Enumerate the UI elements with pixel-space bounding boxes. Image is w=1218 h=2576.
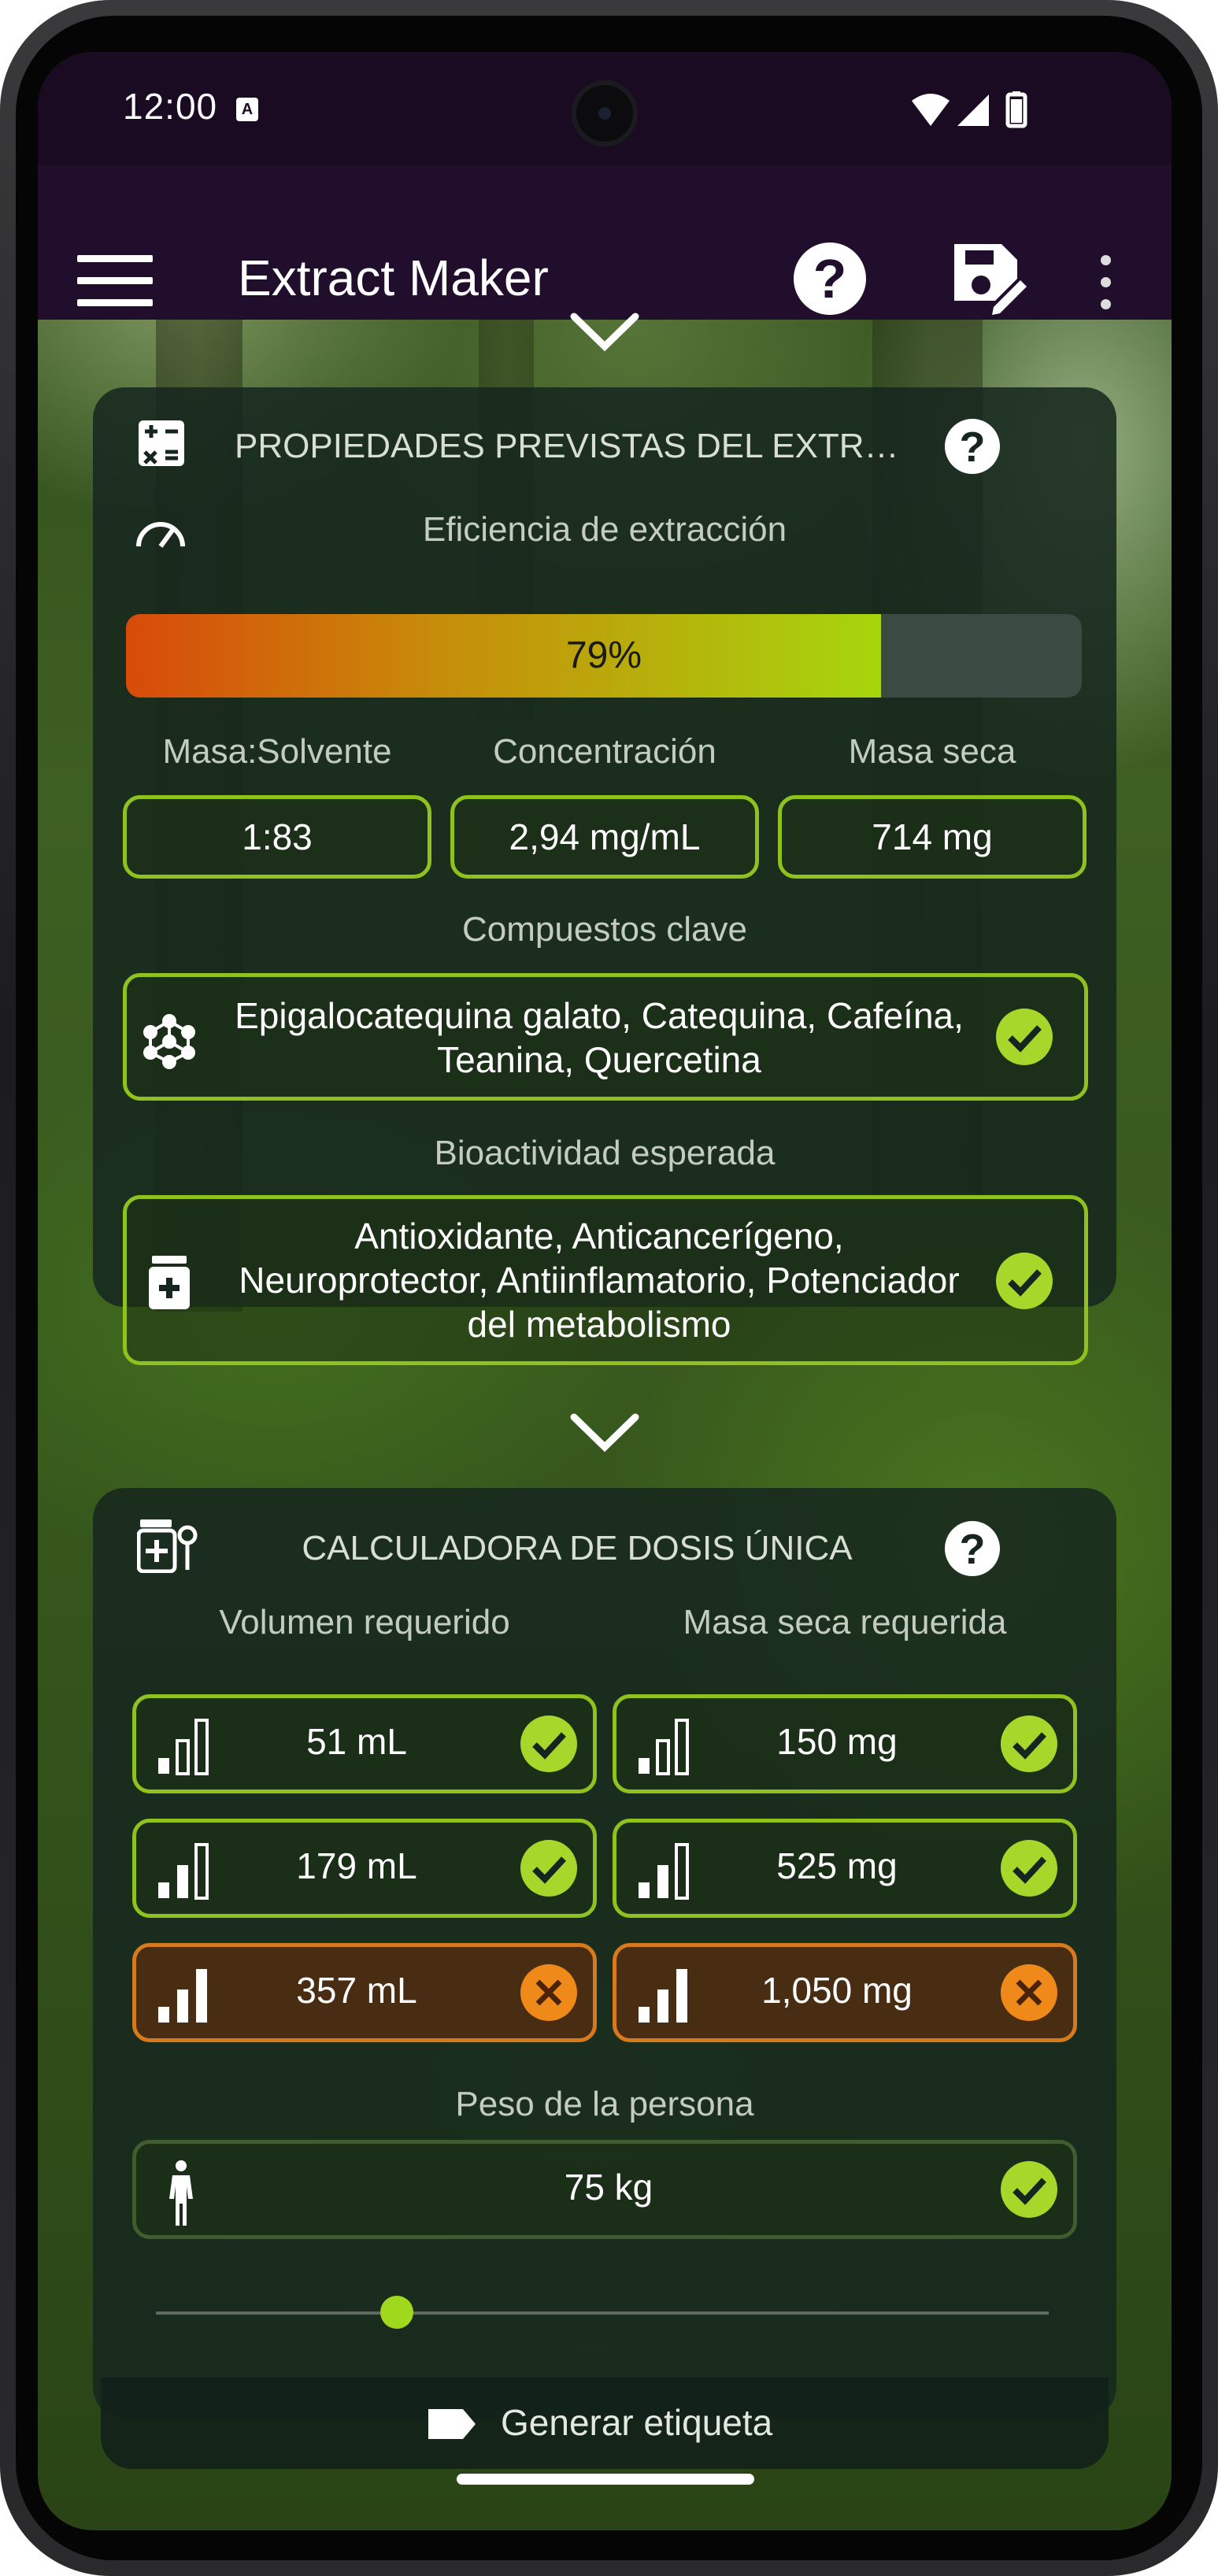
medicine-icon	[149, 1256, 190, 1309]
help-icon[interactable]: ?	[794, 242, 866, 315]
key-compounds-label: Compuestos clave	[462, 910, 747, 949]
save-edit-icon[interactable]	[950, 239, 1028, 318]
properties-help-icon[interactable]: ?	[945, 419, 1000, 474]
key-compounds-line2: Teanina, Quercetina	[437, 1039, 761, 1080]
volume-dose-high[interactable]: 357 mL	[132, 1943, 597, 2042]
weight-slider-thumb[interactable]	[380, 2296, 414, 2329]
wifi-icon	[912, 94, 950, 126]
mass-dose-low[interactable]: 150 mg	[613, 1694, 1077, 1793]
signal-level-medium-icon	[639, 1843, 689, 1900]
efficiency-bar: 79%	[126, 614, 1082, 698]
molecule-icon	[143, 1014, 195, 1069]
signal-level-low-icon	[639, 1719, 689, 1775]
key-compounds-box: Epigalocatequina galato, Catequina, Cafe…	[123, 973, 1088, 1101]
bioactivity-label: Bioactividad esperada	[434, 1134, 776, 1172]
mass-dose-medium-value: 525 mg	[776, 1845, 898, 1886]
chevron-down-icon[interactable]	[569, 1412, 640, 1453]
person-icon	[169, 2160, 193, 2226]
volume-dose-low-value: 51 mL	[306, 1721, 407, 1762]
person-weight-field[interactable]: 75 kg	[132, 2140, 1077, 2239]
properties-card-title: PROPIEDADES PREVISTAS DEL EXTRAC...	[235, 427, 920, 465]
bioactivity-box: Antioxidante, Anticancerígeno, Neuroprot…	[123, 1195, 1088, 1365]
mass-dose-high-value: 1,050 mg	[761, 1970, 913, 2011]
signal-level-medium-icon	[158, 1843, 209, 1900]
signal-level-low-icon	[158, 1719, 209, 1775]
a-box-icon: A	[236, 98, 258, 121]
stat-value-concentration: 2,94 mg/mL	[450, 795, 759, 879]
volume-required-label: Volumen requerido	[219, 1603, 510, 1641]
generate-label-button[interactable]: Generar etiqueta	[101, 2378, 1109, 2469]
mass-dose-low-value: 150 mg	[776, 1721, 898, 1762]
key-compounds-line1: Epigalocatequina galato, Catequina, Cafe…	[235, 995, 964, 1036]
gauge-icon	[136, 522, 185, 548]
person-weight-check-icon	[1001, 2161, 1057, 2218]
menu-icon[interactable]	[77, 255, 153, 307]
volume-dose-medium[interactable]: 179 mL	[132, 1819, 597, 1918]
efficiency-value: 79%	[565, 635, 642, 676]
bioactivity-check-icon	[996, 1253, 1053, 1309]
bioactivity-line3: del metabolismo	[467, 1304, 731, 1345]
stat-value-dry-mass: 714 mg	[778, 795, 1087, 879]
signal-level-high-icon	[639, 1969, 687, 2023]
volume-dose-medium-value: 179 mL	[296, 1845, 417, 1886]
mass-dose-low-check-icon	[1001, 1715, 1057, 1772]
efficiency-label: Eficiencia de extracción	[422, 510, 787, 549]
volume-dose-high-value: 357 mL	[296, 1970, 417, 2011]
signal-icon	[957, 94, 989, 126]
stat-label-dry-mass: Masa seca	[848, 732, 1016, 771]
screen: 12:00 A Extract Maker ? PROPIEDADES PREV…	[38, 52, 1172, 2530]
chevron-down-icon[interactable]	[569, 312, 640, 353]
key-compounds-check-icon	[996, 1009, 1053, 1065]
more-vert-icon[interactable]	[1098, 255, 1113, 310]
mass-dose-medium-check-icon	[1001, 1840, 1057, 1897]
mass-dose-high[interactable]: 1,050 mg	[613, 1943, 1077, 2042]
mass-dose-high-warning-icon	[1001, 1964, 1057, 2021]
calculator-icon	[139, 420, 184, 466]
stat-label-mass-solvent: Masa:Solvente	[162, 732, 392, 771]
generate-label-text: Generar etiqueta	[501, 2402, 773, 2443]
stat-label-concentration: Concentración	[493, 732, 716, 771]
status-icons	[912, 91, 1027, 128]
label-tag-icon	[428, 2409, 476, 2439]
status-bar: 12:00 A	[38, 52, 1172, 165]
person-weight-value: 75 kg	[564, 2167, 653, 2208]
medication-calculator-icon	[137, 1519, 198, 1573]
volume-dose-low-check-icon	[520, 1715, 577, 1772]
dose-help-icon[interactable]: ?	[945, 1521, 1000, 1576]
mass-dose-medium[interactable]: 525 mg	[613, 1819, 1077, 1918]
mass-required-label: Masa seca requerida	[683, 1603, 1007, 1641]
home-indicator[interactable]	[457, 2474, 754, 2485]
weight-slider-track[interactable]	[156, 2311, 1049, 2315]
volume-dose-high-warning-icon	[520, 1964, 577, 2021]
volume-dose-medium-check-icon	[520, 1840, 577, 1897]
bioactivity-line2: Neuroprotector, Antiinflamatorio, Potenc…	[239, 1260, 960, 1301]
dose-card-title: CALCULADORA DE DOSIS ÚNICA	[302, 1529, 853, 1567]
signal-level-high-icon	[158, 1969, 207, 2023]
app-title: Extract Maker	[238, 250, 549, 306]
bioactivity-line1: Antioxidante, Anticancerígeno,	[354, 1216, 844, 1257]
volume-dose-low[interactable]: 51 mL	[132, 1694, 597, 1793]
stat-value-mass-solvent: 1:83	[123, 795, 431, 879]
front-camera	[572, 80, 638, 146]
person-weight-label: Peso de la persona	[455, 2085, 754, 2123]
status-time: 12:00	[123, 86, 218, 127]
